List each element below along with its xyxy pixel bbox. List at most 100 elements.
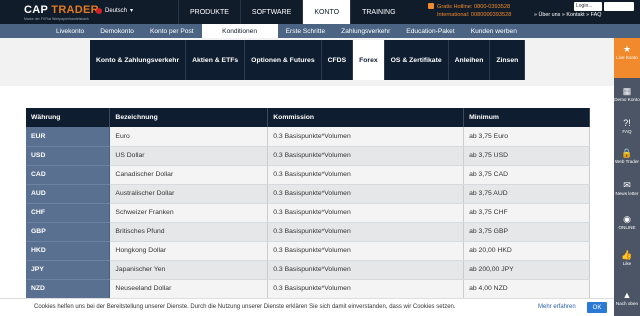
forex-fee-table: Währung Bezeichnung Kommission Minimum E… — [26, 108, 590, 299]
main-nav: PRODUKTE SOFTWARE KONTO TRAINING — [178, 0, 407, 24]
cell-currency-code: NZD — [26, 279, 111, 299]
chat-icon: ◉ — [623, 214, 631, 224]
question-icon: ?! — [623, 118, 631, 128]
subnav-kunden-werben[interactable]: Kunden werben — [463, 24, 525, 38]
sidebar-item-label: Nach oben — [615, 301, 639, 306]
sidebar-item-nach-oben[interactable]: ▲ Nach oben — [614, 284, 640, 316]
password-field[interactable] — [604, 2, 634, 11]
nav-konto[interactable]: KONTO — [302, 0, 351, 24]
cell-commission: 0.3 Basispunkte*Volumen — [267, 146, 465, 166]
cell-minimum: ab 200,00 JPY — [463, 260, 590, 280]
hotline-text[interactable]: Gratis Hotline: 0800-0393528 — [437, 4, 510, 10]
phone-icon — [428, 3, 434, 9]
sub-nav: Livekonto Demokonto Konto per Post Kondi… — [0, 24, 640, 38]
tab-cfds[interactable]: CFDS — [322, 40, 354, 80]
language-label: Deutsch — [105, 7, 128, 14]
cell-commission: 0.3 Basispunkte*Volumen — [267, 184, 465, 204]
cell-minimum: ab 3,75 CHF — [463, 203, 590, 223]
cell-commission: 0.3 Basispunkte*Volumen — [267, 203, 465, 223]
cell-currency-code: CHF — [26, 203, 111, 223]
cell-currency-code: CAD — [26, 165, 111, 185]
subnav-konto-per-post[interactable]: Konto per Post — [142, 24, 202, 38]
nav-software[interactable]: SOFTWARE — [239, 0, 302, 24]
cell-commission: 0.3 Basispunkte*Volumen — [267, 260, 465, 280]
table-row: USD US Dollar 0.3 Basispunkte*Volumen ab 3,… — [26, 146, 590, 166]
cell-commission: 0.3 Basispunkte*Volumen — [267, 279, 465, 299]
tab-os-zertifikate[interactable]: OS & Zertifikate — [385, 40, 449, 80]
sidebar-item-web-trader[interactable]: 🔒 Web Trader — [614, 142, 640, 172]
table-row: CHF Schweizer Franken 0.3 Basispunkte*Volu… — [26, 203, 590, 223]
sidebar-item-faq[interactable]: ?! FAQ — [614, 112, 640, 140]
table-row: NZD Neuseeland Dollar 0.3 Basispunkte*Volu… — [26, 279, 590, 299]
sidebar-item-online[interactable]: ◉ ONLINE — [614, 208, 640, 242]
table-row: EUR Euro 0.3 Basispunkte*Volumen ab 3,75 Eu… — [26, 127, 590, 147]
cell-currency-code: HKD — [26, 241, 111, 261]
right-sidebar: ★ Live Konto ▦ Demo Konto?! FAQ 🔒 Web Trader ✉ N… — [614, 38, 640, 316]
lock-icon: 🔒 — [621, 148, 633, 158]
cookie-text: Cookies helfen uns bei der Bereitstellun… — [34, 304, 456, 310]
cookie-more-link[interactable]: Mehr erfahren — [538, 304, 576, 310]
subnav-konditionen[interactable]: Konditionen — [201, 24, 278, 38]
sidebar-item-label: Demo Konto — [614, 97, 640, 102]
nav-produkte[interactable]: PRODUKTE — [178, 0, 240, 24]
cell-currency-code: JPY — [26, 260, 111, 280]
chart-icon: ▦ — [622, 86, 632, 96]
logo[interactable]: CAP TRADER Marke der FXFlat Wertpapierha… — [24, 4, 99, 21]
conditions-tabs: Konto & Zahlungsverkehr Aktien & ETFs Op… — [90, 40, 526, 80]
cell-currency-name: US Dollar — [109, 146, 269, 166]
sidebar-item-label: Web Trader — [615, 159, 639, 164]
top-header: CAP TRADER Marke der FXFlat Wertpapierha… — [0, 0, 640, 24]
sidebar-item-live-konto[interactable]: ★ Live Konto — [614, 38, 640, 78]
cell-commission: 0.3 Basispunkte*Volumen — [267, 222, 465, 242]
subnav-education-paket[interactable]: Education-Paket — [398, 24, 462, 38]
cell-minimum: ab 3,75 AUD — [463, 184, 590, 204]
tab-konto-zahlungsverkehr[interactable]: Konto & Zahlungsverkehr — [90, 40, 187, 80]
mail-icon: ✉ — [623, 180, 631, 190]
cell-minimum: ab 3,75 Euro — [463, 127, 590, 147]
col-header-minimum: Minimum — [463, 108, 590, 127]
cell-commission: 0.3 Basispunkte*Volumen — [267, 165, 465, 185]
table-row: HKD Hongkong Dollar 0.3 Basispunkte*Volume… — [26, 241, 590, 261]
logo-text-cap: CAP — [24, 4, 48, 16]
nav-training[interactable]: TRAINING — [350, 0, 406, 24]
international-text[interactable]: International: 0080000393528 — [428, 11, 511, 19]
cell-currency-code: EUR — [26, 127, 111, 147]
tab-optionen-futures[interactable]: Optionen & Futures — [245, 40, 322, 80]
cell-currency-name: Hongkong Dollar — [109, 241, 269, 261]
logo-text-trader: TRADER — [47, 4, 99, 16]
subnav-livekonto[interactable]: Livekonto — [48, 24, 92, 38]
arrow-up-icon: ▲ — [622, 290, 632, 300]
tab-forex[interactable]: Forex — [353, 40, 385, 80]
col-header-waehrung: Währung — [26, 108, 111, 127]
tab-anleihen[interactable]: Anleihen — [449, 40, 491, 80]
tab-zinsen[interactable]: Zinsen — [490, 40, 526, 80]
table-row: JPY Japanischer Yen 0.3 Basispunkte*Volume… — [26, 260, 590, 280]
cookie-ok-button[interactable]: OK — [587, 302, 607, 313]
col-header-kommission: Kommission — [267, 108, 465, 127]
german-flag-icon — [96, 7, 102, 14]
sidebar-item-demo-konto[interactable]: ▦ Demo Konto — [614, 80, 640, 110]
tab-aktien-etfs[interactable]: Aktien & ETFs — [186, 40, 246, 80]
cookie-banner: Cookies helfen uns bei der Bereitstellun… — [0, 298, 614, 316]
sidebar-item-like[interactable]: 👍 Like — [614, 244, 640, 280]
sidebar-item-news-letter[interactable]: ✉ News letter — [614, 174, 640, 206]
cell-minimum: ab 3,75 GBP — [463, 222, 590, 242]
cell-minimum: ab 3,75 USD — [463, 146, 590, 166]
subnav-zahlungsverkehr[interactable]: Zahlungsverkehr — [333, 24, 398, 38]
logo-subtitle: Marke der FXFlat Wertpapierhandelsbank — [24, 17, 89, 21]
chevron-down-icon: ▾ — [130, 8, 134, 14]
subnav-demokonto[interactable]: Demokonto — [92, 24, 142, 38]
header-links[interactable]: » Über uns » Kontakt » FAQ — [534, 12, 601, 18]
login-field[interactable]: Login... — [574, 2, 602, 11]
cell-currency-name: Australischer Dollar — [109, 184, 269, 204]
table-row: GBP Britisches Pfund 0.3 Basispunkte*Volum… — [26, 222, 590, 242]
cell-currency-code: USD — [26, 146, 111, 166]
sidebar-item-label: Like — [622, 261, 632, 266]
cell-currency-name: Canadischer Dollar — [109, 165, 269, 185]
cell-currency-code: AUD — [26, 184, 111, 204]
language-selector[interactable]: Deutsch ▾ — [96, 7, 133, 14]
table-row: CAD Canadischer Dollar 0.3 Basispunkte*Vol… — [26, 165, 590, 185]
cell-minimum: ab 20,00 HKD — [463, 241, 590, 261]
subnav-erste-schritte[interactable]: Erste Schritte — [278, 24, 334, 38]
table-header-row: Währung Bezeichnung Kommission Minimum — [26, 108, 590, 127]
